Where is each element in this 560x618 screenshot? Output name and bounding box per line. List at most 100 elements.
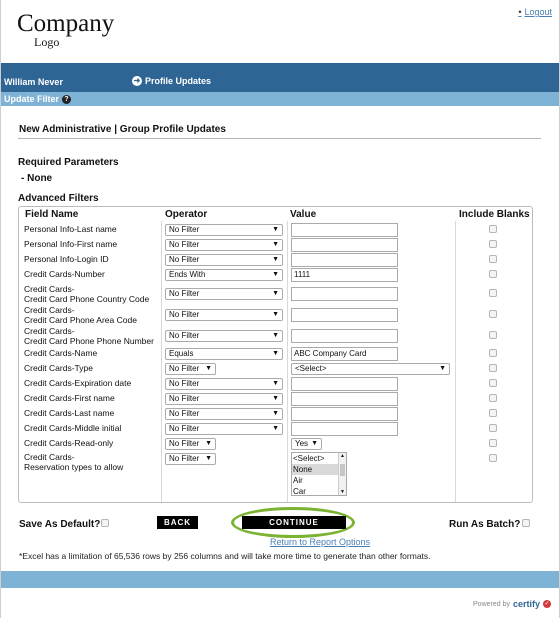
field-name-line: Credit Card Phone Area Code (24, 315, 137, 325)
operator-select[interactable]: No Filter ▼ (165, 330, 283, 342)
operator-select[interactable]: No Filter ▼ (165, 363, 216, 375)
field-name-line: Personal Info-Last name (24, 224, 117, 234)
col-include-blanks: Include Blanks (459, 209, 530, 220)
value-input[interactable] (291, 308, 398, 322)
back-button[interactable]: BACK (157, 516, 198, 529)
field-name-cell: Credit Cards-Middle initial (24, 423, 121, 433)
include-blanks-checkbox[interactable] (489, 379, 497, 387)
table-row: Credit Cards-Middle initial No Filter ▼ (19, 421, 532, 436)
operator-select[interactable]: Ends With ▼ (165, 269, 283, 281)
include-blanks-checkbox[interactable] (489, 349, 497, 357)
operator-select[interactable]: No Filter ▼ (165, 453, 216, 465)
include-blanks-checkbox[interactable] (489, 424, 497, 432)
logo-line2: Logo (34, 35, 60, 49)
operator-select[interactable]: Equals ▼ (165, 348, 283, 360)
include-blanks-checkbox[interactable] (489, 439, 497, 447)
include-blanks-checkbox[interactable] (489, 289, 497, 297)
operator-select[interactable]: No Filter ▼ (165, 224, 283, 236)
logout-link[interactable]: • Logout (518, 7, 552, 17)
value-select-value: <Select> (295, 364, 327, 373)
include-blanks-checkbox[interactable] (489, 225, 497, 233)
include-blanks-checkbox[interactable] (489, 364, 497, 372)
dropdown-arrow-icon: ▼ (205, 440, 212, 447)
value-select[interactable]: <Select> ▼ (291, 363, 450, 375)
operator-select[interactable]: No Filter ▼ (165, 423, 283, 435)
value-select-value: Yes (295, 439, 309, 448)
value-input[interactable] (291, 287, 398, 301)
dropdown-arrow-icon: ▼ (272, 241, 279, 248)
required-value: - None (21, 173, 53, 184)
table-row: Credit Cards-Type No Filter ▼ <Select> ▼ (19, 361, 532, 376)
operator-select[interactable]: No Filter ▼ (165, 309, 283, 321)
continue-button[interactable]: CONTINUE (242, 516, 346, 529)
field-name-cell: Personal Info-Login ID (24, 254, 109, 264)
divider (18, 138, 541, 139)
profile-updates-label: Profile Updates (145, 76, 212, 86)
operator-select[interactable]: No Filter ▼ (165, 438, 216, 450)
operator-select[interactable]: No Filter ▼ (165, 393, 283, 405)
save-as-default-checkbox[interactable] (101, 519, 109, 527)
field-name-cell: Credit Cards- Credit Card Phone Country C… (24, 284, 149, 304)
value-input[interactable] (291, 392, 398, 406)
include-blanks-checkbox[interactable] (489, 240, 497, 248)
dropdown-arrow-icon: ▼ (272, 395, 279, 402)
value-input[interactable] (291, 223, 398, 237)
return-to-report-options-link[interactable]: Return to Report Options (270, 537, 370, 547)
include-blanks-checkbox[interactable] (489, 454, 497, 462)
operator-select[interactable]: No Filter ▼ (165, 408, 283, 420)
run-as-batch-checkbox[interactable] (522, 519, 530, 527)
include-blanks-checkbox[interactable] (489, 409, 497, 417)
field-name-cell: Personal Info-Last name (24, 224, 117, 234)
value-input[interactable] (291, 407, 398, 421)
operator-select[interactable]: No Filter ▼ (165, 378, 283, 390)
operator-value: Equals (169, 349, 194, 358)
scroll-up-icon[interactable]: ▲ (339, 453, 346, 459)
field-name-cell: Personal Info-First name (24, 239, 117, 249)
value-input[interactable] (291, 377, 398, 391)
operator-select[interactable]: No Filter ▼ (165, 288, 283, 300)
checkmark-icon: ✓ (543, 600, 551, 608)
field-name-line: Credit Cards-Last name (24, 408, 115, 418)
dropdown-arrow-icon: ▼ (205, 365, 212, 372)
scroll-thumb[interactable] (340, 464, 345, 476)
include-blanks-checkbox[interactable] (489, 310, 497, 318)
value-input[interactable] (291, 329, 398, 343)
include-blanks-checkbox[interactable] (489, 394, 497, 402)
table-row: Credit Cards- Credit Card Phone Country C… (19, 283, 532, 304)
bullet-icon: • (518, 7, 522, 17)
run-as-batch-label: Run As Batch? (449, 519, 521, 530)
profile-updates-link[interactable]: ➜ Profile Updates (132, 76, 211, 86)
operator-value: No Filter (169, 255, 200, 264)
operator-value: No Filter (169, 454, 200, 463)
reservation-types-listbox[interactable]: <Select> None Air Car ▲ ▼ (291, 452, 347, 496)
field-name-line: Reservation types to allow (24, 462, 124, 472)
field-name-cell: Credit Cards- Credit Card Phone Phone Num… (24, 326, 154, 346)
field-name-cell: Credit Cards-Last name (24, 408, 114, 418)
table-row: Personal Info-First name No Filter ▼ (19, 237, 532, 252)
operator-value: No Filter (169, 379, 200, 388)
arrow-right-icon: ➜ (132, 76, 142, 86)
value-input[interactable]: 1111 (291, 268, 398, 282)
value-input[interactable] (291, 422, 398, 436)
logout-label: Logout (524, 7, 552, 17)
value-input[interactable] (291, 253, 398, 267)
logo-line1: Company (17, 10, 115, 37)
operator-select[interactable]: No Filter ▼ (165, 254, 283, 266)
value-input[interactable]: ABC Company Card (291, 347, 398, 361)
operator-select[interactable]: No Filter ▼ (165, 239, 283, 251)
scroll-down-icon[interactable]: ▼ (339, 489, 346, 495)
include-blanks-checkbox[interactable] (489, 255, 497, 263)
field-name-line: Credit Cards-Read-only (24, 438, 114, 448)
listbox-scrollbar[interactable]: ▲ ▼ (338, 453, 346, 495)
dropdown-arrow-icon: ▼ (272, 410, 279, 417)
required-heading: Required Parameters (18, 157, 119, 168)
include-blanks-checkbox[interactable] (489, 270, 497, 278)
table-row: Credit Cards-Number Ends With ▼ 1111 (19, 267, 532, 283)
help-icon[interactable]: ? (62, 94, 72, 104)
dropdown-arrow-icon: ▼ (272, 290, 279, 297)
value-input[interactable] (291, 238, 398, 252)
table-row: Personal Info-Last name No Filter ▼ (19, 222, 532, 237)
include-blanks-checkbox[interactable] (489, 331, 497, 339)
value-select[interactable]: Yes ▼ (291, 438, 322, 450)
dropdown-arrow-icon: ▼ (272, 271, 279, 278)
